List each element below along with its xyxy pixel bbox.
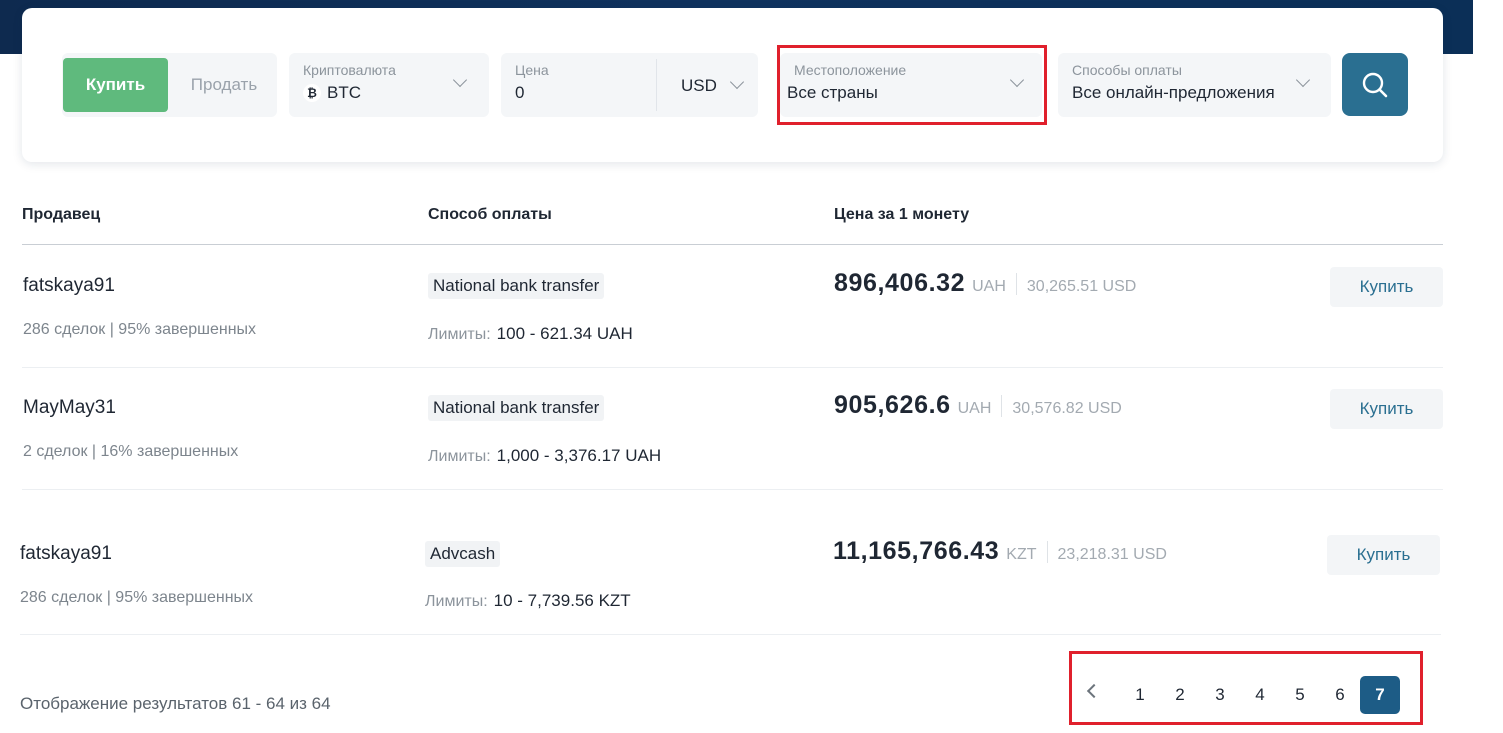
crypto-select[interactable]: Криптовалюта ₿ BTC bbox=[289, 53, 489, 117]
payment-method-tag: National bank transfer bbox=[428, 273, 605, 299]
location-highlight-box bbox=[777, 45, 1047, 125]
limits: Лимиты: 1,000 - 3,376.17 UAH bbox=[428, 446, 661, 466]
chevron-down-icon bbox=[452, 72, 468, 88]
limits: Лимиты: 100 - 621.34 UAH bbox=[428, 324, 633, 344]
field-divider bbox=[656, 59, 657, 111]
limits: Лимиты: 10 - 7,739.56 KZT bbox=[425, 591, 631, 611]
sell-tab[interactable]: Продать bbox=[174, 58, 274, 112]
price-block: 896,406.32 UAH 30,265.51 USD bbox=[834, 269, 1136, 298]
limits-label: Лимиты: bbox=[428, 448, 491, 465]
row-divider bbox=[20, 634, 1441, 635]
price-field: Цена 0 USD bbox=[501, 53, 758, 117]
price-label: Цена bbox=[515, 62, 549, 78]
payment-method-tag: National bank transfer bbox=[428, 395, 605, 421]
price-value: 896,406.32 bbox=[834, 269, 966, 297]
price-input[interactable]: 0 bbox=[515, 83, 645, 103]
limits-label: Лимиты: bbox=[425, 593, 488, 610]
price-separator bbox=[1015, 272, 1017, 295]
header-divider bbox=[22, 244, 1443, 245]
search-icon bbox=[1362, 72, 1388, 97]
price-block: 905,626.6 UAH 30,576.82 USD bbox=[834, 391, 1122, 420]
pagination-highlight-box bbox=[1069, 651, 1423, 725]
results-count: Отображение результатов 61 - 64 из 64 bbox=[20, 694, 331, 713]
crypto-value-text: BTC bbox=[327, 83, 361, 102]
limits-value: 10 - 7,739.56 KZT bbox=[493, 591, 631, 610]
price-value: 11,165,766.43 bbox=[833, 537, 1000, 565]
limits-value: 1,000 - 3,376.17 UAH bbox=[496, 446, 662, 465]
buy-button[interactable]: Купить bbox=[1330, 389, 1443, 429]
price-separator bbox=[1001, 394, 1003, 417]
price-value: 905,626.6 bbox=[834, 391, 951, 419]
currency-select[interactable]: USD bbox=[681, 76, 717, 96]
seller-stats: 286 сделок | 95% завершенных bbox=[20, 589, 254, 606]
buy-tab[interactable]: Купить bbox=[63, 58, 168, 112]
row-divider bbox=[22, 367, 1443, 368]
seller-name[interactable]: fatskaya91 bbox=[20, 543, 112, 565]
seller-name[interactable]: fatskaya91 bbox=[23, 275, 115, 297]
seller-stats: 2 сделок | 16% завершенных bbox=[23, 443, 239, 460]
filter-panel: Купить Продать Криптовалюта ₿ BTC Цена 0 … bbox=[22, 8, 1443, 162]
chevron-down-icon bbox=[1295, 72, 1311, 88]
price-separator bbox=[1046, 540, 1048, 563]
seller-stats: 286 сделок | 95% завершенных bbox=[23, 321, 257, 338]
payment-method-tag: Advcash bbox=[425, 541, 501, 567]
header-payment-method: Способ оплаты bbox=[428, 206, 552, 223]
bitcoin-icon: ₿ bbox=[303, 84, 321, 102]
crypto-label: Криптовалюта bbox=[303, 62, 396, 78]
crypto-value: ₿ BTC bbox=[303, 83, 361, 103]
price-currency: UAH bbox=[957, 400, 992, 417]
price-usd: 30,265.51 USD bbox=[1026, 278, 1137, 295]
buy-sell-toggle: Купить Продать bbox=[62, 53, 277, 117]
buy-button[interactable]: Купить bbox=[1330, 267, 1443, 307]
limits-value: 100 - 621.34 UAH bbox=[496, 324, 633, 343]
payment-select[interactable]: Способы оплаты Все онлайн-предложения bbox=[1058, 53, 1331, 117]
price-usd: 30,576.82 USD bbox=[1012, 400, 1122, 417]
payment-value: Все онлайн-предложения bbox=[1072, 83, 1275, 102]
header-price: Цена за 1 монету bbox=[834, 206, 970, 223]
payment-label: Способы оплаты bbox=[1072, 62, 1182, 78]
price-currency: UAH bbox=[972, 278, 1006, 295]
buy-button[interactable]: Купить bbox=[1327, 535, 1440, 575]
row-divider bbox=[22, 489, 1443, 490]
header-seller: Продавец bbox=[22, 206, 101, 223]
price-usd: 23,218.31 USD bbox=[1057, 546, 1167, 563]
chevron-down-icon bbox=[729, 74, 745, 90]
limits-label: Лимиты: bbox=[428, 326, 491, 343]
search-button[interactable] bbox=[1342, 53, 1408, 116]
seller-name[interactable]: MayMay31 bbox=[23, 397, 116, 419]
price-block: 11,165,766.43 KZT 23,218.31 USD bbox=[833, 537, 1167, 566]
price-currency: KZT bbox=[1006, 546, 1037, 563]
